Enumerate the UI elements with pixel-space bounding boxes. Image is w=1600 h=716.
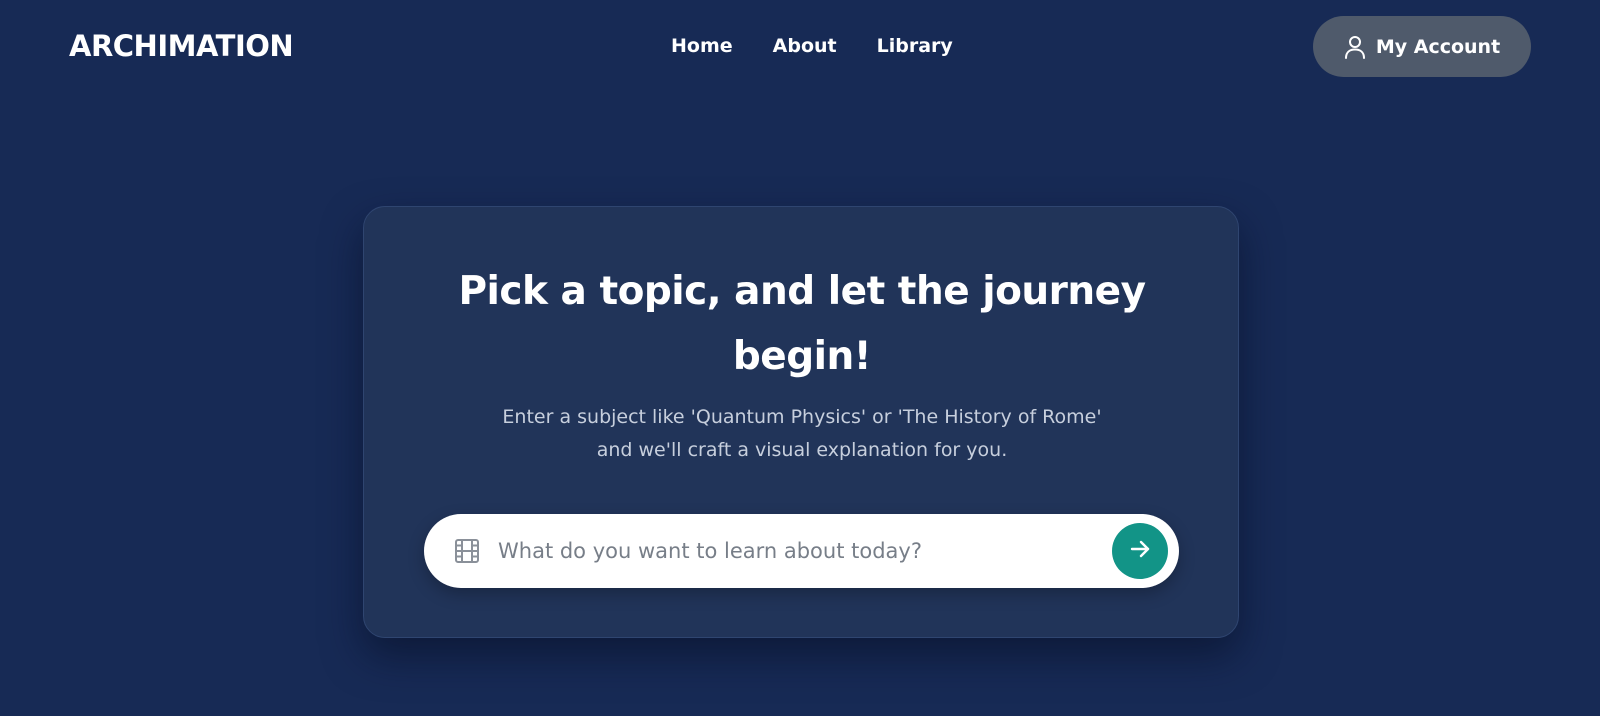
main-nav: Home About Library bbox=[671, 33, 953, 59]
topic-prompt-card: Pick a topic, and let the journey begin!… bbox=[363, 206, 1239, 638]
user-icon bbox=[1344, 35, 1366, 59]
topic-search-bar bbox=[424, 514, 1179, 588]
nav-library-link[interactable]: Library bbox=[877, 33, 953, 59]
my-account-label: My Account bbox=[1375, 35, 1501, 58]
search-submit-button[interactable] bbox=[1112, 523, 1168, 579]
logo[interactable]: ARCHIMATION bbox=[69, 28, 294, 64]
top-navigation-bar: ARCHIMATION Home About Library My Accoun… bbox=[0, 0, 1600, 92]
hero-headline: Pick a topic, and let the journey begin! bbox=[458, 269, 1146, 379]
topic-search-input[interactable] bbox=[496, 528, 1076, 574]
nav-about-link[interactable]: About bbox=[773, 33, 837, 59]
hero-subtext: Enter a subject like 'Quantum Physics' o… bbox=[502, 406, 1102, 461]
arrow-right-icon bbox=[1128, 537, 1152, 565]
film-icon bbox=[454, 538, 480, 564]
my-account-button[interactable]: My Account bbox=[1313, 16, 1531, 77]
nav-home-link[interactable]: Home bbox=[671, 33, 733, 59]
